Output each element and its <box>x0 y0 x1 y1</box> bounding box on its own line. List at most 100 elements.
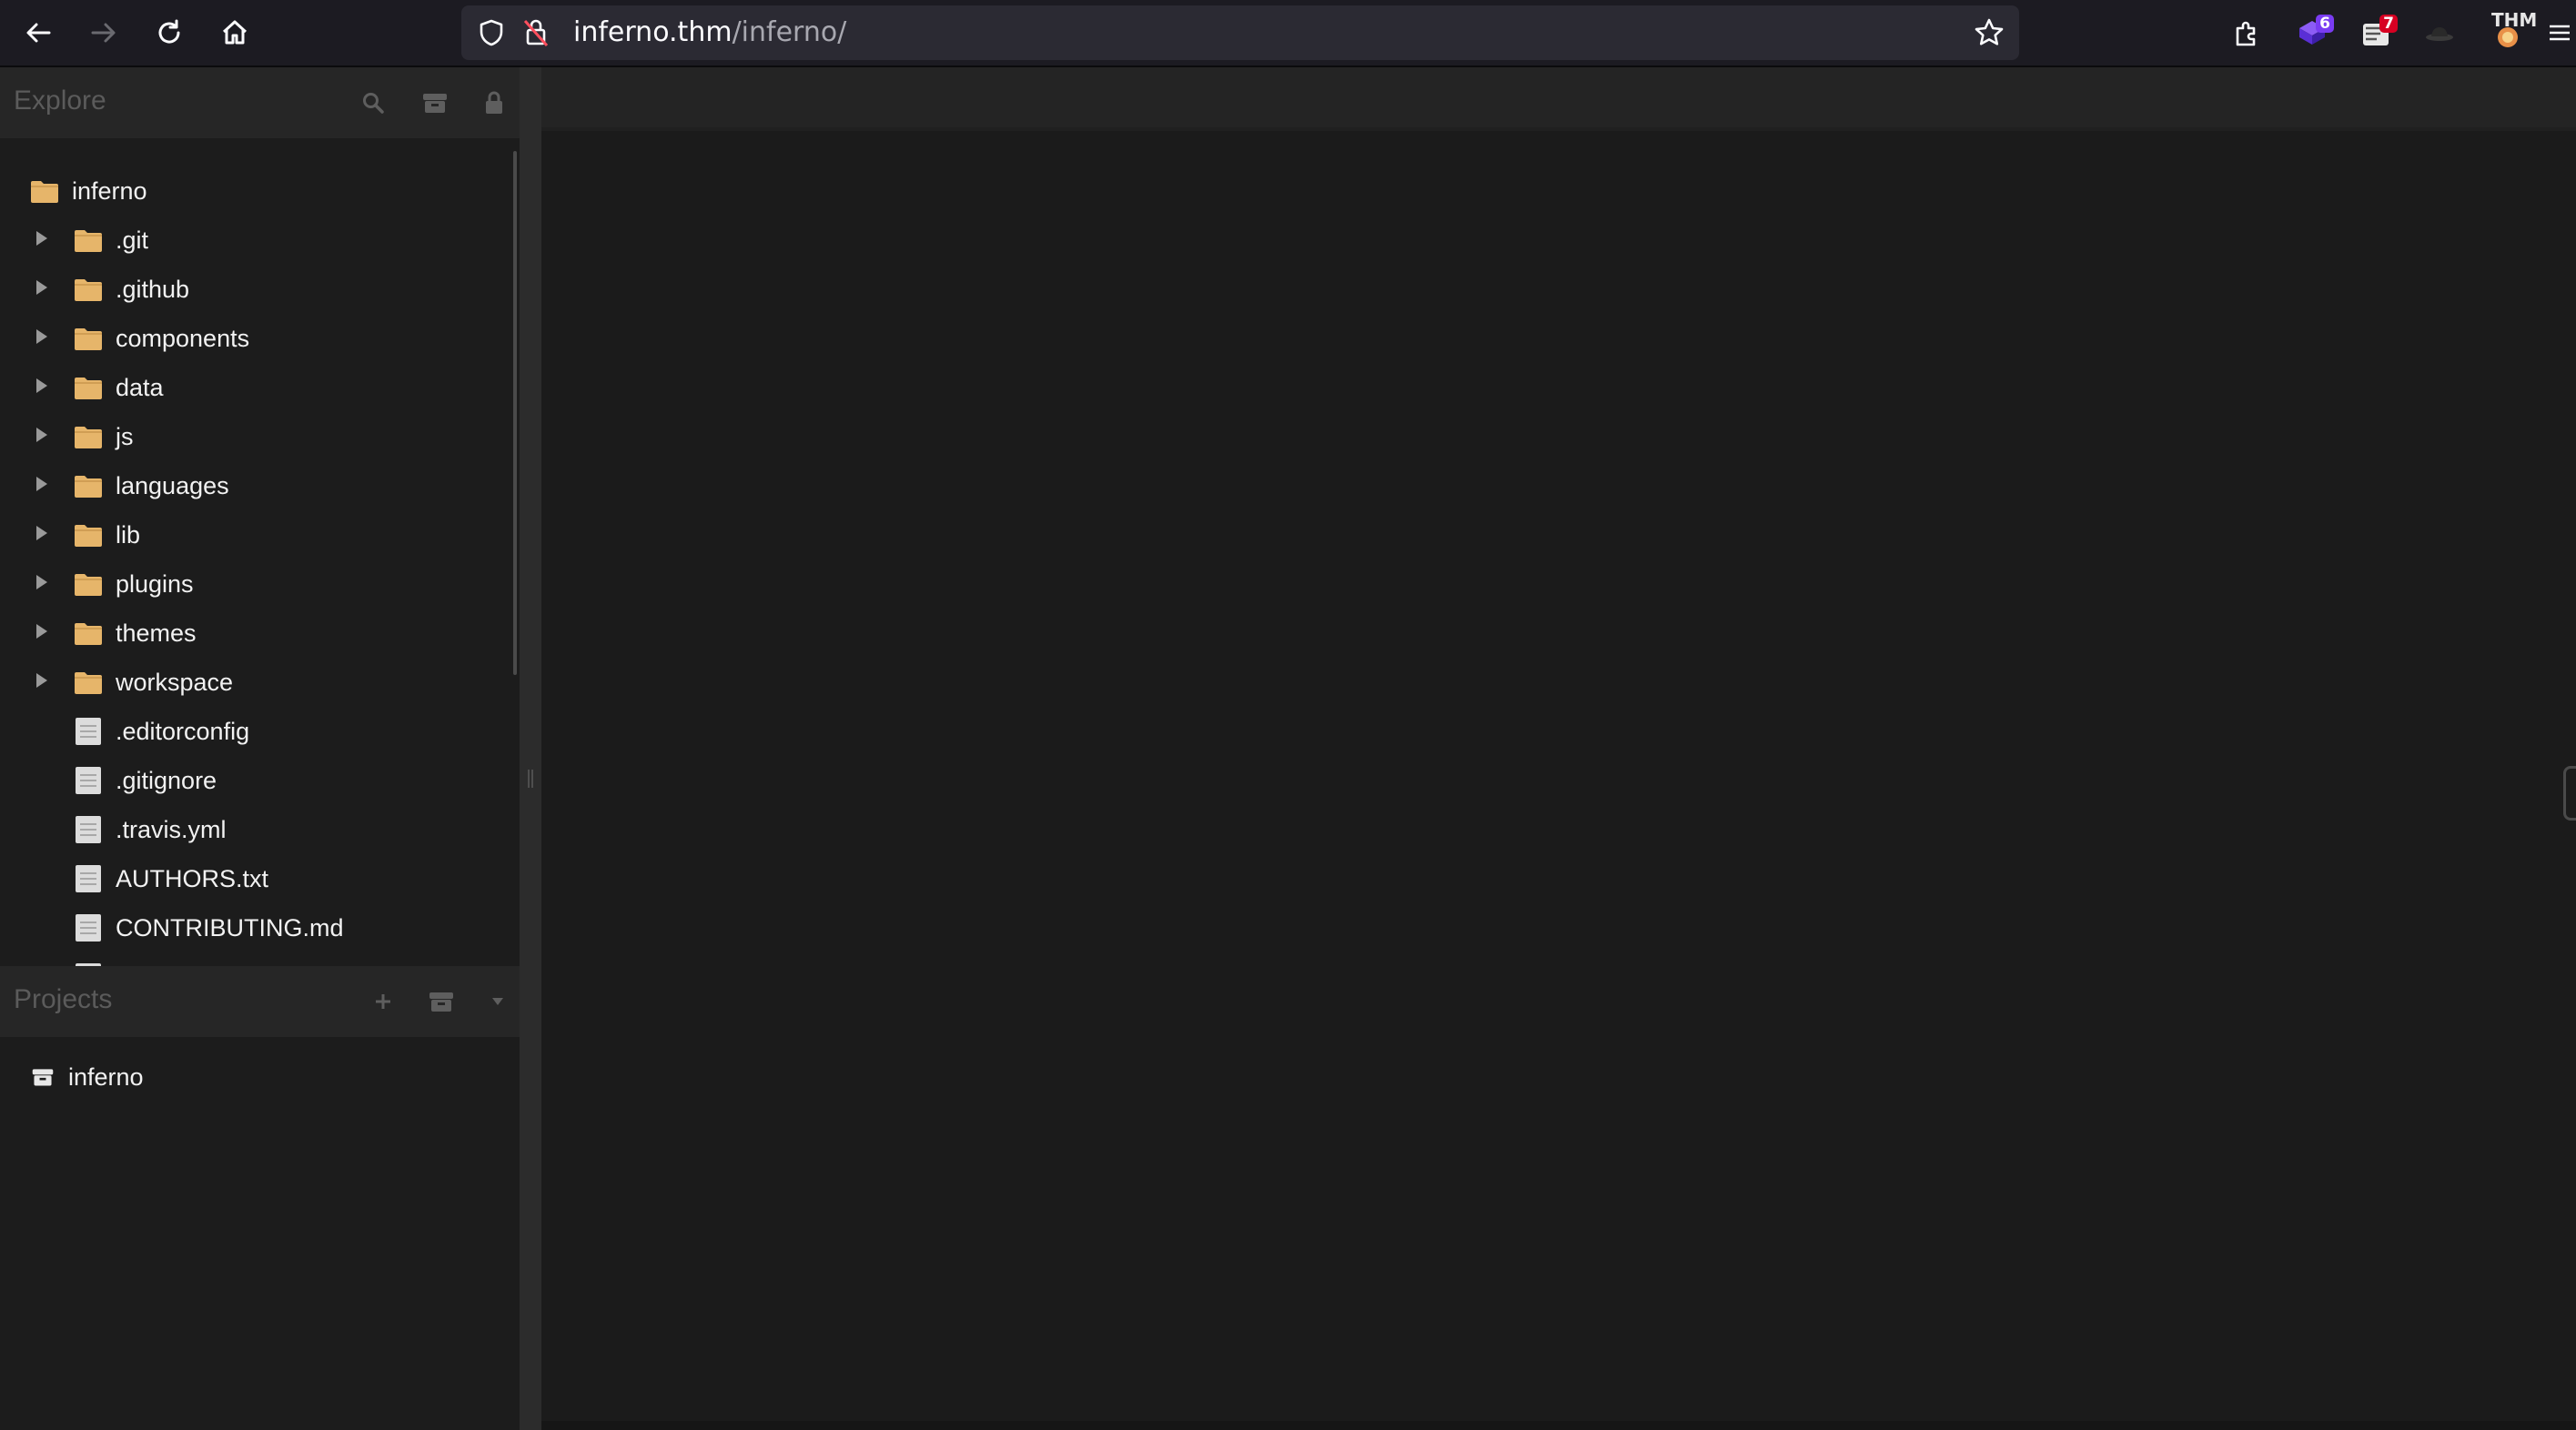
reload-button[interactable] <box>147 11 191 55</box>
search-icon <box>363 93 384 114</box>
file-icon <box>76 767 101 794</box>
explore-header: Explore <box>0 67 520 138</box>
add-project-button[interactable] <box>368 986 399 1017</box>
splitter-grip-icon[interactable] <box>528 770 533 788</box>
expand-arrow-icon[interactable] <box>36 231 47 246</box>
project-item[interactable]: inferno <box>0 1052 515 1102</box>
folder-icon <box>75 230 102 252</box>
purple-extension-button[interactable]: 6 <box>2288 9 2336 56</box>
tree-folder-label: themes <box>116 619 197 647</box>
explore-project-button[interactable] <box>419 87 450 118</box>
folder-icon <box>75 623 102 645</box>
tree-folder[interactable]: languages <box>0 461 515 510</box>
forward-arrow-icon <box>91 23 116 43</box>
expand-arrow-icon[interactable] <box>36 280 47 295</box>
tree-file[interactable]: .gitignore <box>0 756 515 805</box>
tree-folder[interactable]: lib <box>0 510 515 559</box>
expand-arrow-icon[interactable] <box>36 378 47 393</box>
tree-folder[interactable]: plugins <box>0 559 515 609</box>
folder-icon <box>31 181 58 203</box>
tree-file[interactable]: .editorconfig <box>0 707 515 756</box>
expand-arrow-icon[interactable] <box>36 329 47 344</box>
url-text[interactable]: inferno.thm/inferno/ <box>573 5 846 60</box>
home-icon <box>222 20 247 45</box>
file-icon <box>76 718 101 745</box>
explore-search-button[interactable] <box>358 87 389 118</box>
url-host: inferno.thm <box>573 16 732 48</box>
tree-folder-label: plugins <box>116 570 194 598</box>
folder-icon <box>75 574 102 596</box>
extensions-button[interactable] <box>2223 9 2270 56</box>
tree-folder[interactable]: .git <box>0 216 515 265</box>
tree-file[interactable]: .travis.yml <box>0 805 515 854</box>
bookmark-star-icon[interactable] <box>1974 17 2005 48</box>
right-panel-toggle[interactable] <box>2563 766 2576 821</box>
tree-scrollbar[interactable] <box>513 151 517 675</box>
forward-button[interactable] <box>82 11 126 55</box>
url-bar[interactable]: inferno.thm/inferno/ <box>461 5 2019 60</box>
tree-root-label: inferno <box>72 177 147 205</box>
tree-file-label: .editorconfig <box>116 718 250 745</box>
tree-folder-label: languages <box>116 472 229 499</box>
folder-icon <box>75 279 102 301</box>
tree-folder[interactable]: data <box>0 363 515 412</box>
app-menu-button[interactable] <box>2548 9 2576 56</box>
tree-folder-label: data <box>116 374 164 401</box>
editor-area[interactable] <box>541 131 2576 1421</box>
browser-toolbar: inferno.thm/inferno/ 6 7 THM <box>0 0 2576 67</box>
projects-archive-button[interactable] <box>426 986 457 1017</box>
explore-title: Explore <box>14 86 106 116</box>
chevron-down-icon <box>492 998 503 1005</box>
file-icon <box>76 865 101 892</box>
expand-arrow-icon[interactable] <box>36 477 47 491</box>
hat-extension-button[interactable] <box>2416 9 2463 56</box>
file-tree: inferno .git .github components data js <box>0 149 515 1028</box>
expand-arrow-icon[interactable] <box>36 673 47 688</box>
tree-folder[interactable]: components <box>0 314 515 363</box>
folder-icon <box>75 672 102 694</box>
home-button[interactable] <box>213 11 257 55</box>
expand-arrow-icon[interactable] <box>36 575 47 589</box>
sidebar-splitter[interactable] <box>520 67 541 1430</box>
project-label: inferno <box>68 1063 144 1091</box>
expand-arrow-icon[interactable] <box>36 624 47 639</box>
tree-file[interactable]: CONTRIBUTING.md <box>0 903 515 952</box>
file-icon <box>76 816 101 843</box>
tree-folder[interactable]: themes <box>0 609 515 658</box>
explore-lock-button[interactable] <box>479 87 510 118</box>
purple-extension-badge: 6 <box>2316 15 2334 33</box>
tree-folder[interactable]: .github <box>0 265 515 314</box>
tree-file[interactable]: AUTHORS.txt <box>0 854 515 903</box>
expand-arrow-icon[interactable] <box>36 526 47 540</box>
back-button[interactable] <box>16 11 60 55</box>
projects-collapse-button[interactable] <box>482 986 513 1017</box>
tree-file-label: .travis.yml <box>116 816 227 843</box>
insecure-lock-icon[interactable] <box>521 17 551 48</box>
project-box-icon <box>32 1069 54 1086</box>
folder-icon <box>75 328 102 350</box>
sidebar: Explore inferno .git .github components … <box>0 67 520 1430</box>
url-path: /inferno/ <box>732 16 847 48</box>
tree-folder-label: js <box>116 423 134 450</box>
archive-box-icon <box>429 992 453 1012</box>
shield-icon[interactable] <box>477 18 506 47</box>
editor-tab-bar <box>541 67 2576 131</box>
folder-icon <box>75 525 102 547</box>
tree-folder-label: .git <box>116 227 149 254</box>
hamburger-menu-icon <box>2550 25 2570 41</box>
reload-icon <box>158 19 180 44</box>
tree-root-folder[interactable]: inferno <box>0 166 515 216</box>
status-strip <box>541 1421 2576 1430</box>
mail-extension-button[interactable]: 7 <box>2352 9 2399 56</box>
folder-icon <box>75 378 102 399</box>
tree-file-label: CONTRIBUTING.md <box>116 914 344 942</box>
tree-folder-label: components <box>116 325 250 352</box>
tree-folder[interactable]: js <box>0 412 515 461</box>
projects-header: Projects <box>0 966 520 1037</box>
tryhackme-extension-button[interactable]: THM <box>2484 9 2537 56</box>
archive-box-icon <box>423 94 447 113</box>
folder-icon <box>75 476 102 498</box>
expand-arrow-icon[interactable] <box>36 428 47 442</box>
puzzle-extensions-icon <box>2236 21 2256 46</box>
tree-folder[interactable]: workspace <box>0 658 515 707</box>
